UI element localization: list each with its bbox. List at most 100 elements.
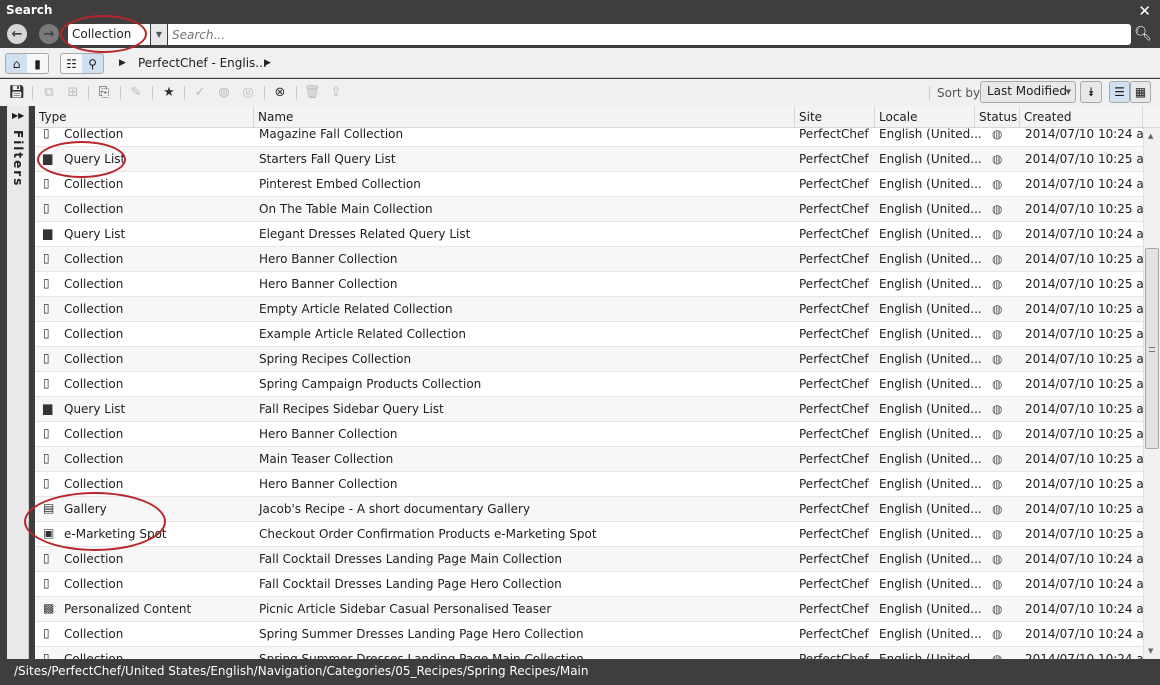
close-icon[interactable]: ✕	[1138, 2, 1151, 20]
table-row[interactable]: ▯ Collection Fall Cocktail Dresses Landi…	[35, 547, 1155, 572]
table-row[interactable]: ▯ Collection Main Teaser Collection Perf…	[35, 447, 1155, 472]
column-header-site[interactable]: Site	[795, 106, 875, 128]
cell-name: Spring Summer Dresses Landing Page Main …	[259, 652, 584, 659]
globe-status-icon: ◍	[992, 402, 1003, 416]
search-input[interactable]	[168, 24, 1131, 45]
cell-type: Collection	[64, 452, 124, 466]
table-row[interactable]: ▆ Query List Fall Recipes Sidebar Query …	[35, 397, 1155, 422]
edit-pencil-icon[interactable]: ✎	[128, 84, 144, 100]
toolbar-divider	[152, 86, 153, 100]
status-bar: /Sites/PerfectChef/United States/English…	[0, 659, 1160, 685]
grid-view-icon: ▦	[1134, 85, 1147, 99]
expand-arrows-icon[interactable]: ▶▶	[12, 111, 24, 120]
cell-type: Query List	[64, 227, 126, 241]
table-row[interactable]: ▯ Collection Hero Banner Collection Perf…	[35, 272, 1155, 297]
chevron-down-icon[interactable]: ▼	[151, 24, 167, 45]
cell-name: Example Article Related Collection	[259, 327, 466, 341]
table-row[interactable]: ▯ Collection Fall Cocktail Dresses Landi…	[35, 572, 1155, 597]
table-row[interactable]: ▯ Collection Spring Summer Dresses Landi…	[35, 622, 1155, 647]
tree-icon[interactable]: ☷	[61, 54, 82, 73]
scrollbar-thumb[interactable]	[1145, 248, 1159, 449]
table-row[interactable]: ▩ Personalized Content Picnic Article Si…	[35, 597, 1155, 622]
vertical-scrollbar[interactable]: ▲ ▼	[1143, 128, 1160, 659]
cell-name: Starters Fall Query List	[259, 152, 396, 166]
cell-name: Picnic Article Sidebar Casual Personalis…	[259, 602, 552, 616]
cell-name: Main Teaser Collection	[259, 452, 394, 466]
home-library-toggle[interactable]: ⌂ ▮	[5, 53, 49, 74]
copy-icon[interactable]: ⎘	[96, 84, 112, 100]
cell-site: PerfectChef	[799, 127, 869, 141]
table-row[interactable]: ▯ Collection Example Article Related Col…	[35, 322, 1155, 347]
cell-name: Hero Banner Collection	[259, 477, 398, 491]
cell-type: Collection	[64, 202, 124, 216]
search-icon[interactable]: 🔍︎	[1134, 26, 1152, 42]
search-mode-icon[interactable]: ⚲	[82, 54, 103, 73]
cell-locale: English (United...	[879, 202, 982, 216]
type-filter-select[interactable]: Collection	[68, 24, 150, 45]
collection-icon: ▯	[43, 301, 50, 315]
breadcrumb-arrow-icon[interactable]: ▶	[264, 58, 271, 68]
delete-trash-icon[interactable]: 🗑︎	[304, 84, 321, 100]
cell-locale: English (United...	[879, 277, 982, 291]
library-icon[interactable]: ▮	[27, 54, 48, 73]
cell-type: e-Marketing Spot	[64, 527, 167, 541]
cell-created: 2014/07/10 10:25 am	[1025, 477, 1156, 491]
upload-icon[interactable]: ⇪	[328, 84, 344, 100]
add-to-collection-icon[interactable]: ⧉	[41, 84, 57, 100]
column-header-created[interactable]: Created	[1020, 106, 1143, 128]
globe-status-icon: ◍	[992, 352, 1003, 366]
back-icon[interactable]: ←	[7, 24, 27, 44]
table-row[interactable]: ▆ Query List Starters Fall Query List Pe…	[35, 147, 1155, 172]
forward-icon[interactable]: →	[39, 24, 59, 44]
cell-created: 2014/07/10 10:25 am	[1025, 427, 1156, 441]
collection-icon: ▯	[43, 651, 50, 660]
collection-icon: ▯	[43, 276, 50, 290]
scroll-up-icon[interactable]: ▲	[1148, 132, 1153, 140]
thumbnail-view-button[interactable]: ▦	[1130, 81, 1151, 103]
column-header-status[interactable]: Status	[975, 106, 1020, 128]
table-row[interactable]: ▯ Collection Hero Banner Collection Perf…	[35, 422, 1155, 447]
cell-site: PerfectChef	[799, 552, 869, 566]
table-row[interactable]: ▯ Collection On The Table Main Collectio…	[35, 197, 1155, 222]
approve-check-icon[interactable]: ✓	[192, 84, 208, 100]
globe-status-icon: ◍	[992, 202, 1003, 216]
add-content-icon[interactable]: ⊞	[65, 84, 81, 100]
table-row[interactable]: ▯ Collection Spring Campaign Products Co…	[35, 372, 1155, 397]
home-icon[interactable]: ⌂	[6, 54, 27, 73]
list-view-button[interactable]: ☰	[1109, 81, 1130, 103]
sort-direction-button[interactable]: ⯯	[1080, 81, 1102, 103]
cell-created: 2014/07/10 10:24 am	[1025, 177, 1156, 191]
table-row[interactable]: ▯ Collection Spring Summer Dresses Landi…	[35, 647, 1155, 660]
bookmark-star-icon[interactable]: ★	[161, 84, 177, 100]
globe-status-icon: ◍	[992, 452, 1003, 466]
cell-type: Collection	[64, 352, 124, 366]
results-table: Type Name Site Locale Status Created ▯ C…	[35, 106, 1160, 659]
withdraw-globe-icon[interactable]: ⊗	[272, 84, 288, 100]
table-row[interactable]: ▆ Query List Elegant Dresses Related Que…	[35, 222, 1155, 247]
approve-publish-icon[interactable]: ◎	[240, 84, 256, 100]
toolbar-divider	[184, 86, 185, 100]
scroll-down-icon[interactable]: ▼	[1148, 647, 1153, 655]
column-header-type[interactable]: Type	[35, 106, 254, 128]
publish-globe-icon[interactable]: ◍	[216, 84, 232, 100]
table-row[interactable]: ▯ Collection Empty Article Related Colle…	[35, 297, 1155, 322]
save-icon[interactable]: 💾︎	[9, 84, 26, 100]
table-row[interactable]: ▣ e-Marketing Spot Checkout Order Confir…	[35, 522, 1155, 547]
cell-type: Collection	[64, 327, 124, 341]
sort-by-select[interactable]: Last Modified ▼	[980, 81, 1076, 103]
globe-status-icon: ◍	[992, 602, 1003, 616]
filters-panel-toggle[interactable]: ▶▶ Filters	[7, 106, 29, 659]
collection-icon: ▯	[43, 376, 50, 390]
table-row[interactable]: ▯ Collection Hero Banner Collection Perf…	[35, 472, 1155, 497]
table-row[interactable]: ▯ Collection Pinterest Embed Collection …	[35, 172, 1155, 197]
table-row[interactable]: ▯ Collection Hero Banner Collection Perf…	[35, 247, 1155, 272]
tree-search-toggle[interactable]: ☷ ⚲	[60, 53, 104, 74]
column-header-locale[interactable]: Locale	[875, 106, 975, 128]
table-row[interactable]: ▯ Collection Spring Recipes Collection P…	[35, 347, 1155, 372]
cell-name: Hero Banner Collection	[259, 252, 398, 266]
table-row[interactable]: ▤ Gallery Jacob's Recipe - A short docum…	[35, 497, 1155, 522]
column-header-name[interactable]: Name	[254, 106, 795, 128]
collection-icon: ▯	[43, 426, 50, 440]
globe-status-icon: ◍	[992, 302, 1003, 316]
breadcrumb-item[interactable]: PerfectChef - Englis...	[138, 56, 267, 70]
